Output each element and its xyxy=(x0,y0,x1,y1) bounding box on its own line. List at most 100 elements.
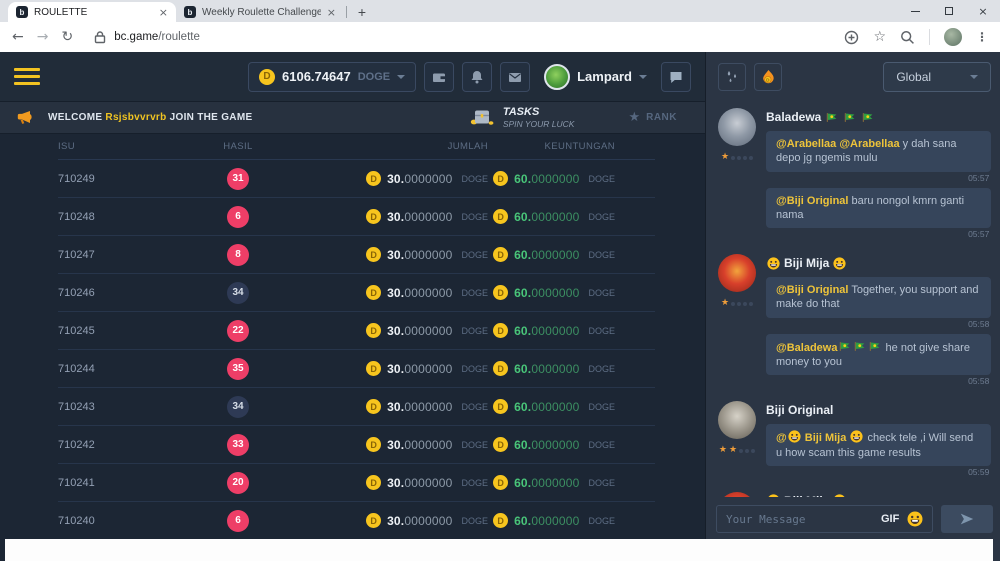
profit-cell: D60.0000000DOGE xyxy=(488,246,653,264)
close-button[interactable]: × xyxy=(966,0,1000,22)
chat-bubble: @ Biji Mija check tele ,i Will send u ho… xyxy=(766,424,991,466)
avatar[interactable] xyxy=(718,401,756,439)
welcome-banner: WELCOME Rsjsbvvrvrb JOIN THE GAME TASKS … xyxy=(0,102,705,134)
row-id: 710243 xyxy=(58,401,168,413)
chat-message-group: ★ Biji Mija @Biji Original Together, you… xyxy=(718,254,991,391)
column-header-isu: ISU xyxy=(58,141,168,152)
table-row[interactable]: 71024120D30.0000000DOGED60.0000000DOGE xyxy=(58,464,655,502)
bookmark-star-icon[interactable]: ☆ xyxy=(873,29,886,45)
currency-label: DOGE xyxy=(588,212,615,222)
search-icon[interactable] xyxy=(900,30,915,45)
doge-coin-icon: D xyxy=(366,285,381,300)
tab-close-icon[interactable]: × xyxy=(327,6,336,19)
row-id: 710240 xyxy=(58,515,168,527)
user-menu[interactable]: Lampard xyxy=(544,64,647,90)
hamburger-menu-icon[interactable] xyxy=(14,68,40,85)
table-row[interactable]: 71024435D30.0000000DOGED60.0000000DOGE xyxy=(58,350,655,388)
mention[interactable]: @Arabellaa xyxy=(776,138,836,150)
row-id: 710248 xyxy=(58,211,168,223)
chat-input-box[interactable]: GIF xyxy=(716,505,933,533)
grin-emoji xyxy=(767,257,780,270)
chat-username[interactable]: Biji Mija xyxy=(766,256,991,270)
emoji-picker-icon[interactable] xyxy=(907,511,923,527)
doge-coin-icon: D xyxy=(366,399,381,414)
rating-dot xyxy=(749,302,753,306)
avatar[interactable] xyxy=(718,254,756,292)
chat-message-group: ★★Biji Original@ Biji Mija check tele ,i… xyxy=(718,401,991,482)
currency-label: DOGE xyxy=(588,326,615,336)
amount-cell: D30.0000000DOGE xyxy=(308,322,488,340)
currency-label: DOGE xyxy=(588,402,615,412)
mention[interactable]: @Biji Original xyxy=(776,195,848,207)
tab-close-icon[interactable]: × xyxy=(159,6,168,19)
tasks-widget[interactable]: TASKS SPIN YOUR LUCK xyxy=(469,106,575,129)
table-row[interactable]: 71024634D30.0000000DOGED60.0000000DOGE xyxy=(58,274,655,312)
username: Lampard xyxy=(577,69,632,84)
wallet-button[interactable] xyxy=(424,62,454,92)
profit-cell: D60.0000000DOGE xyxy=(488,322,653,340)
rain-button[interactable] xyxy=(718,63,746,91)
chat-username[interactable]: Biji Original xyxy=(766,403,991,417)
amount-cell: D30.0000000DOGE xyxy=(308,284,488,302)
profit-value: 60.0000000 xyxy=(514,474,579,492)
window-controls: × xyxy=(898,0,1000,22)
chat-channel-select[interactable]: Global xyxy=(883,62,991,92)
page: D 6106.74647 DOGE Lampard xyxy=(0,52,1000,561)
rating-dot xyxy=(731,156,735,160)
reload-icon[interactable]: ↻ xyxy=(61,29,73,45)
omnibox[interactable]: bc.game/roulette xyxy=(94,30,831,44)
rating-dot xyxy=(743,156,747,160)
currency-label: DOGE xyxy=(461,288,488,298)
results-table-body: 71024931D30.0000000DOGED60.0000000DOGE71… xyxy=(0,160,705,561)
tab-weekly-challenge[interactable]: b Weekly Roulette Challenge - Win × xyxy=(176,2,344,22)
profit-value: 60.0000000 xyxy=(514,360,579,378)
avatar[interactable] xyxy=(718,108,756,146)
amount-cell: D30.0000000DOGE xyxy=(308,398,488,416)
notifications-button[interactable] xyxy=(462,62,492,92)
mention[interactable]: @Baladewa xyxy=(776,342,837,354)
tab-roulette[interactable]: b ROULETTE × xyxy=(8,2,176,22)
rank-widget[interactable]: ★ RANK xyxy=(628,110,677,125)
browser-menu-icon[interactable]: ⋮ xyxy=(976,30,988,44)
profit-cell: D60.0000000DOGE xyxy=(488,512,653,530)
doge-coin-icon: D xyxy=(366,323,381,338)
message-timestamp: 05:57 xyxy=(766,229,989,239)
chat-channel-label: Global xyxy=(896,70,931,84)
currency-label: DOGE xyxy=(588,288,615,298)
mention[interactable]: @Arabellaa xyxy=(839,138,899,150)
zoom-icon[interactable] xyxy=(844,30,859,45)
balance-amount: 6106.74647 xyxy=(282,69,351,84)
tasks-title: TASKS xyxy=(503,106,575,119)
send-button[interactable] xyxy=(941,505,993,533)
amount-cell: D30.0000000DOGE xyxy=(308,246,488,264)
mention[interactable]: @ xyxy=(776,432,787,444)
minimize-button[interactable] xyxy=(898,0,932,22)
messages-button[interactable] xyxy=(500,62,530,92)
gif-button[interactable]: GIF xyxy=(881,513,899,525)
mention[interactable]: Biji Mija xyxy=(802,432,850,444)
new-tab-button[interactable]: + xyxy=(349,2,375,22)
back-icon[interactable]: ← xyxy=(12,29,24,45)
table-row[interactable]: 71024334D30.0000000DOGED60.0000000DOGE xyxy=(58,388,655,426)
table-row[interactable]: 7102478D30.0000000DOGED60.0000000DOGE xyxy=(58,236,655,274)
forward-icon[interactable]: → xyxy=(37,29,49,45)
welcome-message: WELCOME Rsjsbvvrvrb JOIN THE GAME xyxy=(48,112,252,123)
table-row[interactable]: 7102406D30.0000000DOGED60.0000000DOGE xyxy=(58,502,655,540)
table-row[interactable]: 71024931D30.0000000DOGED60.0000000DOGE xyxy=(58,160,655,198)
chat-username[interactable]: Baladewa xyxy=(766,110,991,124)
table-row[interactable]: 7102486D30.0000000DOGED60.0000000DOGE xyxy=(58,198,655,236)
balance-currency: DOGE xyxy=(358,71,390,83)
browser-profile-avatar[interactable] xyxy=(944,28,962,46)
message-text: Baladewa xyxy=(766,110,821,124)
balance-selector[interactable]: D 6106.74647 DOGE xyxy=(248,62,416,92)
table-row[interactable]: 71024522D30.0000000DOGED60.0000000DOGE xyxy=(58,312,655,350)
user-rating: ★ xyxy=(721,299,753,308)
chat-message-input[interactable] xyxy=(726,513,873,526)
chat-toggle-button[interactable] xyxy=(661,62,691,92)
maximize-button[interactable] xyxy=(932,0,966,22)
mention[interactable]: @Biji Original xyxy=(776,284,848,296)
amount-value: 30.0000000 xyxy=(387,322,452,340)
currency-label: DOGE xyxy=(461,478,488,488)
coin-drop-button[interactable]: D xyxy=(754,63,782,91)
table-row[interactable]: 71024233D30.0000000DOGED60.0000000DOGE xyxy=(58,426,655,464)
